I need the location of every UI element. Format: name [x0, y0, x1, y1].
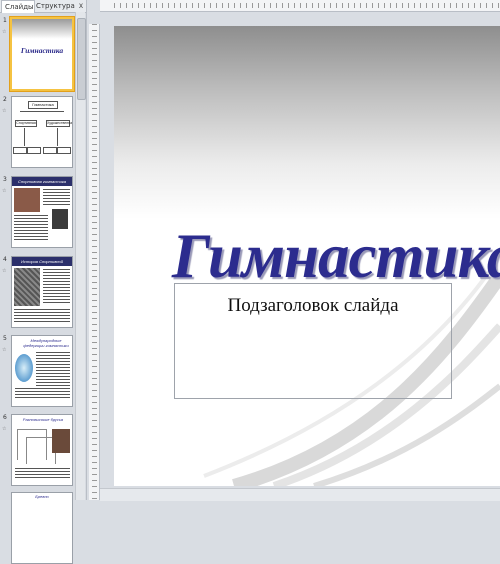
animation-icon: ☆: [2, 188, 7, 194]
slide-number: 2: [3, 96, 7, 103]
slides-pane: Слайды Структура x 1 ☆ Гимнастика 2 ☆ Ги…: [0, 0, 87, 564]
thumbnail-title: Международные федерации гимнастики: [23, 338, 69, 348]
slide-number: 3: [3, 176, 7, 183]
thumbnail-title: Гимнастика: [28, 101, 58, 109]
slide-number: 5: [3, 335, 7, 342]
thumbnail-photo: [52, 429, 70, 453]
thumbnail-image[interactable]: Разновысокие брусья: [11, 414, 73, 486]
diagram-box: [27, 147, 41, 154]
slide-number: 6: [3, 414, 7, 421]
diagram-box: [13, 147, 27, 154]
animation-icon: ☆: [2, 29, 7, 35]
diagram-box: Спортивная: [15, 120, 37, 127]
thumbnail-logo: [15, 354, 33, 382]
diagram-box: [57, 147, 71, 154]
thumbnail-image[interactable]: Спортивная гимнастика: [11, 176, 73, 248]
diagram-box: Художественная: [46, 120, 73, 127]
close-pane-button[interactable]: x: [79, 0, 83, 12]
thumbnail-image[interactable]: Бревно: [11, 492, 73, 564]
thumbnail-photo: [14, 268, 40, 306]
thumbnail-photo: [14, 188, 40, 212]
scrollbar-thumb[interactable]: [77, 18, 86, 100]
thumbnail-image[interactable]: История Спортивной гимнастики: [11, 256, 73, 328]
subtitle-text[interactable]: Подзаголовок слайда: [175, 295, 451, 317]
thumbnail-image[interactable]: Гимнастика: [10, 17, 74, 91]
animation-icon: ☆: [2, 268, 7, 274]
thumbnail-title: История Спортивной гимнастики: [12, 257, 72, 273]
tab-outline[interactable]: Структура: [33, 0, 75, 12]
thumbnail-photo: [52, 209, 68, 229]
thumbnail-title: Разновысокие брусья: [22, 417, 64, 422]
thumbnail-title: Бревно: [35, 494, 49, 499]
thumbnail-scrollbar[interactable]: [75, 12, 86, 500]
slide-number: 4: [3, 256, 7, 263]
notes-area[interactable]: [100, 488, 500, 501]
vertical-ruler: [89, 24, 100, 500]
thumbnail-image[interactable]: Гимнастика Спортивная Художественная: [11, 96, 73, 168]
horizontal-ruler: [100, 0, 500, 12]
tab-slides[interactable]: Слайды: [1, 0, 35, 13]
slide-number: 1: [3, 17, 7, 24]
animation-icon: ☆: [2, 108, 7, 114]
thumbnail-title: Гимнастика: [20, 46, 64, 55]
pane-tabs: Слайды Структура x: [0, 0, 86, 13]
animation-icon: ☆: [2, 347, 7, 353]
animation-icon: ☆: [2, 426, 7, 432]
diagram-box: [43, 147, 57, 154]
slide-canvas[interactable]: Гимнастика Подзаголовок слайда: [114, 26, 500, 486]
thumbnail-image[interactable]: Международные федерации гимнастики: [11, 335, 73, 407]
subtitle-placeholder[interactable]: Подзаголовок слайда: [174, 283, 452, 399]
thumbnail-title: Спортивная гимнастика: [12, 177, 72, 186]
